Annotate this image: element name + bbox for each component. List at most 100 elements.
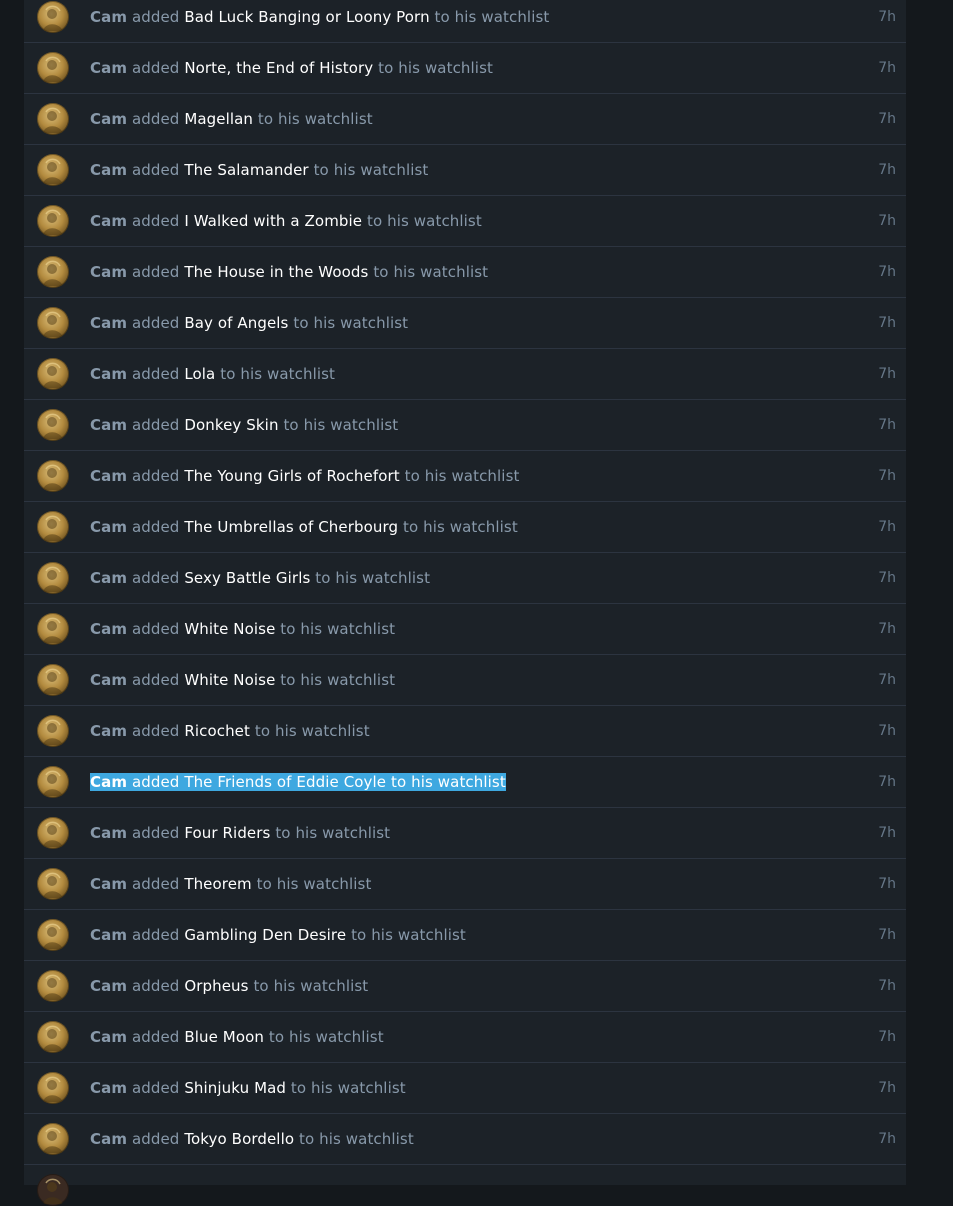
user-link[interactable]: Cam [90, 569, 127, 587]
avatar[interactable] [37, 817, 69, 849]
avatar[interactable] [37, 256, 69, 288]
activity-row: Cam added I Walked with a Zombie to his … [24, 196, 906, 247]
user-link[interactable]: Cam [90, 314, 127, 332]
film-link[interactable]: The Young Girls of Rochefort [184, 467, 399, 485]
user-link[interactable]: Cam [90, 824, 127, 842]
timestamp: 7h [878, 774, 896, 790]
timestamp: 7h [878, 519, 896, 535]
avatar[interactable] [37, 1174, 69, 1206]
activity-row: Cam added Lola to his watchlist 7h [24, 349, 906, 400]
avatar[interactable] [37, 358, 69, 390]
timestamp: 7h [878, 1080, 896, 1096]
verb-text: added [131, 467, 180, 485]
timestamp: 7h [878, 570, 896, 586]
activity-row: Cam added Shinjuku Mad to his watchlist … [24, 1063, 906, 1114]
film-link[interactable]: The House in the Woods [184, 263, 368, 281]
film-link[interactable]: Four Riders [184, 824, 270, 842]
film-link[interactable]: Shinjuku Mad [184, 1079, 286, 1097]
user-link[interactable]: Cam [90, 1130, 127, 1148]
suffix-text: to his watchlist [293, 314, 409, 332]
film-link[interactable]: White Noise [184, 620, 275, 638]
avatar[interactable] [37, 307, 69, 339]
user-link[interactable]: Cam [90, 467, 127, 485]
avatar[interactable] [37, 715, 69, 747]
user-link[interactable]: Cam [90, 875, 127, 893]
verb-text: added [131, 620, 180, 638]
avatar[interactable] [37, 970, 69, 1002]
verb-text: added [131, 926, 180, 944]
timestamp: 7h [878, 366, 896, 382]
film-link[interactable]: Magellan [184, 110, 253, 128]
film-link[interactable]: The Umbrellas of Cherbourg [184, 518, 398, 536]
activity-text: Cam added Norte, the End of History to h… [90, 59, 493, 78]
avatar[interactable] [37, 52, 69, 84]
user-link[interactable]: Cam [90, 365, 127, 383]
activity-text: Cam added I Walked with a Zombie to his … [90, 212, 482, 231]
user-link[interactable]: Cam [90, 8, 127, 26]
film-link[interactable]: The Salamander [184, 161, 308, 179]
film-link[interactable]: Bad Luck Banging or Loony Porn [184, 8, 429, 26]
avatar[interactable] [37, 868, 69, 900]
film-link[interactable]: Lola [184, 365, 215, 383]
user-link[interactable]: Cam [90, 620, 127, 638]
verb-text: added [131, 8, 180, 26]
avatar[interactable] [37, 562, 69, 594]
avatar[interactable] [37, 154, 69, 186]
film-link[interactable]: Gambling Den Desire [184, 926, 346, 944]
user-link[interactable]: Cam [90, 671, 127, 689]
suffix-text: to his watchlist [253, 977, 369, 995]
user-link[interactable]: Cam [90, 722, 127, 740]
activity-row: Cam added Four Riders to his watchlist 7… [24, 808, 906, 859]
activity-row: Cam added The Umbrellas of Cherbourg to … [24, 502, 906, 553]
avatar[interactable] [37, 919, 69, 951]
film-link[interactable]: Ricochet [184, 722, 250, 740]
user-link[interactable]: Cam [90, 773, 128, 791]
verb-text: added [131, 263, 180, 281]
verb-text: added [131, 977, 180, 995]
activity-row: Cam added Bad Luck Banging or Loony Porn… [24, 0, 906, 43]
activity-row: Cam added Tokyo Bordello to his watchlis… [24, 1114, 906, 1165]
film-link[interactable]: Blue Moon [184, 1028, 264, 1046]
activity-text: Cam added Theorem to his watchlist [90, 875, 371, 894]
user-link[interactable]: Cam [90, 212, 127, 230]
user-link[interactable]: Cam [90, 1028, 127, 1046]
activity-text: Cam added Bay of Angels to his watchlist [90, 314, 408, 333]
avatar[interactable] [37, 103, 69, 135]
avatar[interactable] [37, 613, 69, 645]
activity-text: Cam added Magellan to his watchlist [90, 110, 373, 129]
avatar[interactable] [37, 460, 69, 492]
film-link[interactable]: Donkey Skin [184, 416, 278, 434]
user-link[interactable]: Cam [90, 416, 127, 434]
activity-text: Cam added The House in the Woods to his … [90, 263, 488, 282]
film-link[interactable]: The Friends of Eddie Coyle [184, 773, 387, 791]
film-link[interactable]: White Noise [184, 671, 275, 689]
film-link[interactable]: I Walked with a Zombie [184, 212, 362, 230]
activity-row: Cam added The Salamander to his watchlis… [24, 145, 906, 196]
avatar[interactable] [37, 1021, 69, 1053]
film-link[interactable]: Sexy Battle Girls [184, 569, 310, 587]
avatar[interactable] [37, 1072, 69, 1104]
avatar[interactable] [37, 511, 69, 543]
activity-row: Cam added Theorem to his watchlist 7h [24, 859, 906, 910]
film-link[interactable]: Bay of Angels [184, 314, 288, 332]
avatar[interactable] [37, 205, 69, 237]
film-link[interactable]: Tokyo Bordello [184, 1130, 294, 1148]
avatar[interactable] [37, 1123, 69, 1155]
avatar[interactable] [37, 766, 69, 798]
user-link[interactable]: Cam [90, 110, 127, 128]
avatar[interactable] [37, 664, 69, 696]
user-link[interactable]: Cam [90, 977, 127, 995]
user-link[interactable]: Cam [90, 59, 127, 77]
user-link[interactable]: Cam [90, 1079, 127, 1097]
avatar[interactable] [37, 1, 69, 33]
user-link[interactable]: Cam [90, 263, 127, 281]
avatar[interactable] [37, 409, 69, 441]
film-link[interactable]: Theorem [184, 875, 251, 893]
user-link[interactable]: Cam [90, 161, 127, 179]
film-link[interactable]: Orpheus [184, 977, 248, 995]
user-link[interactable]: Cam [90, 518, 127, 536]
user-link[interactable]: Cam [90, 926, 127, 944]
verb-text: added [131, 671, 180, 689]
film-link[interactable]: Norte, the End of History [184, 59, 373, 77]
timestamp: 7h [878, 927, 896, 943]
